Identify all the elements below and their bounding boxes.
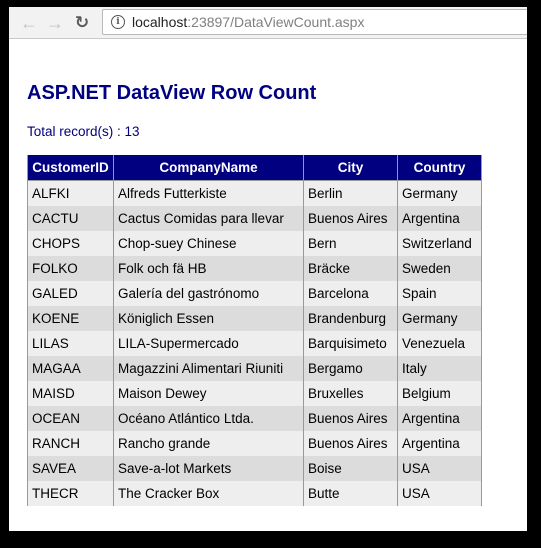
cell-customerid: MAGAA bbox=[27, 356, 114, 381]
cell-customerid: GALED bbox=[27, 281, 114, 306]
cell-country: Belgium bbox=[397, 381, 482, 406]
cell-companyname: Chop-suey Chinese bbox=[113, 231, 304, 256]
cell-customerid: FOLKO bbox=[27, 256, 114, 281]
address-bar[interactable]: i localhost:23897/DataViewCount.aspx bbox=[102, 9, 527, 35]
table-row: FOLKO Folk och fä HB Bräcke Sweden bbox=[27, 256, 482, 281]
table-row: MAISD Maison Dewey Bruxelles Belgium bbox=[27, 381, 482, 406]
cell-customerid: ALFKI bbox=[27, 180, 114, 206]
cell-companyname: Save-a-lot Markets bbox=[113, 456, 304, 481]
cell-companyname: Königlich Essen bbox=[113, 306, 304, 331]
cell-city: Bräcke bbox=[303, 256, 398, 281]
table-row: KOENE Königlich Essen Brandenburg Germany bbox=[27, 306, 482, 331]
cell-country: USA bbox=[397, 481, 482, 506]
cell-country: Italy bbox=[397, 356, 482, 381]
cell-country: Venezuela bbox=[397, 331, 482, 356]
cell-companyname: Rancho grande bbox=[113, 431, 304, 456]
customers-grid: CustomerID CompanyName City Country ALFK… bbox=[27, 155, 482, 506]
cell-city: Bern bbox=[303, 231, 398, 256]
arrow-right-icon: → bbox=[46, 12, 64, 33]
browser-window: ← → ↻ i localhost:23897/DataViewCount.as… bbox=[9, 7, 527, 531]
header-row: CustomerID CompanyName City Country bbox=[27, 155, 482, 181]
browser-toolbar: ← → ↻ i localhost:23897/DataViewCount.as… bbox=[9, 7, 527, 39]
cell-city: Buenos Aires bbox=[303, 206, 398, 231]
forward-button[interactable]: → bbox=[44, 12, 66, 34]
cell-city: Berlin bbox=[303, 180, 398, 206]
cell-customerid: MAISD bbox=[27, 381, 114, 406]
cell-customerid: THECR bbox=[27, 481, 114, 506]
cell-customerid: LILAS bbox=[27, 331, 114, 356]
cell-country: Switzerland bbox=[397, 231, 482, 256]
cell-country: Sweden bbox=[397, 256, 482, 281]
table-row: ALFKI Alfreds Futterkiste Berlin Germany bbox=[27, 180, 482, 206]
table-row: MAGAA Magazzini Alimentari Riuniti Bergamo… bbox=[27, 356, 482, 381]
cell-city: Buenos Aires bbox=[303, 431, 398, 456]
cell-country: Germany bbox=[397, 180, 482, 206]
page-content: ASP.NET DataView Row Count Total record(… bbox=[9, 81, 527, 506]
cell-city: Bruxelles bbox=[303, 381, 398, 406]
cell-country: Argentina bbox=[397, 206, 482, 231]
table-row: THECR The Cracker Box Butte USA bbox=[27, 481, 482, 506]
cell-city: Barcelona bbox=[303, 281, 398, 306]
cell-city: Bergamo bbox=[303, 356, 398, 381]
cell-companyname: LILA-Supermercado bbox=[113, 331, 304, 356]
cell-country: Germany bbox=[397, 306, 482, 331]
reload-button[interactable]: ↻ bbox=[71, 12, 93, 34]
column-header-companyname: CompanyName bbox=[113, 155, 304, 181]
total-records-label: Total record(s) : 13 bbox=[27, 124, 140, 139]
cell-companyname: Cactus Comidas para llevar bbox=[113, 206, 304, 231]
cell-customerid: RANCH bbox=[27, 431, 114, 456]
cell-customerid: SAVEA bbox=[27, 456, 114, 481]
cell-companyname: Folk och fä HB bbox=[113, 256, 304, 281]
back-button[interactable]: ← bbox=[18, 12, 40, 34]
cell-customerid: CACTU bbox=[27, 206, 114, 231]
cell-companyname: Magazzini Alimentari Riuniti bbox=[113, 356, 304, 381]
info-icon[interactable]: i bbox=[111, 15, 125, 29]
cell-city: Brandenburg bbox=[303, 306, 398, 331]
grid-body: ALFKI Alfreds Futterkiste Berlin Germany CAC… bbox=[27, 180, 482, 506]
column-header-city: City bbox=[303, 155, 398, 181]
cell-city: Butte bbox=[303, 481, 398, 506]
cell-customerid: KOENE bbox=[27, 306, 114, 331]
table-row: CHOPS Chop-suey Chinese Bern Switzerland bbox=[27, 231, 482, 256]
cell-country: Spain bbox=[397, 281, 482, 306]
url-host: localhost bbox=[132, 14, 188, 30]
page-title: ASP.NET DataView Row Count bbox=[27, 82, 317, 104]
url-path: :23897/DataViewCount.aspx bbox=[187, 14, 365, 30]
cell-companyname: Galería del gastrónomo bbox=[113, 281, 304, 306]
table-row: RANCH Rancho grande Buenos Aires Argentina bbox=[27, 431, 482, 456]
column-header-country: Country bbox=[397, 155, 482, 181]
table-row: LILAS LILA-Supermercado Barquisimeto Venezu… bbox=[27, 331, 482, 356]
cell-city: Barquisimeto bbox=[303, 331, 398, 356]
cell-country: Argentina bbox=[397, 431, 482, 456]
cell-country: Argentina bbox=[397, 406, 482, 431]
column-header-customerid: CustomerID bbox=[27, 155, 114, 181]
reload-icon: ↻ bbox=[74, 13, 90, 32]
url-text[interactable]: localhost:23897/DataViewCount.aspx bbox=[132, 14, 364, 30]
cell-companyname: Océano Atlántico Ltda. bbox=[113, 406, 304, 431]
arrow-left-icon: ← bbox=[20, 12, 38, 33]
cell-companyname: Maison Dewey bbox=[113, 381, 304, 406]
cell-customerid: OCEAN bbox=[27, 406, 114, 431]
table-row: SAVEA Save-a-lot Markets Boise USA bbox=[27, 456, 482, 481]
table-row: CACTU Cactus Comidas para llevar Buenos Ai… bbox=[27, 206, 482, 231]
cell-customerid: CHOPS bbox=[27, 231, 114, 256]
cell-companyname: The Cracker Box bbox=[113, 481, 304, 506]
table-row: OCEAN Océano Atlántico Ltda. Buenos Aires A… bbox=[27, 406, 482, 431]
cell-country: USA bbox=[397, 456, 482, 481]
cell-companyname: Alfreds Futterkiste bbox=[113, 180, 304, 206]
cell-city: Buenos Aires bbox=[303, 406, 398, 431]
table-row: GALED Galería del gastrónomo Barcelona Spai… bbox=[27, 281, 482, 306]
cell-city: Boise bbox=[303, 456, 398, 481]
